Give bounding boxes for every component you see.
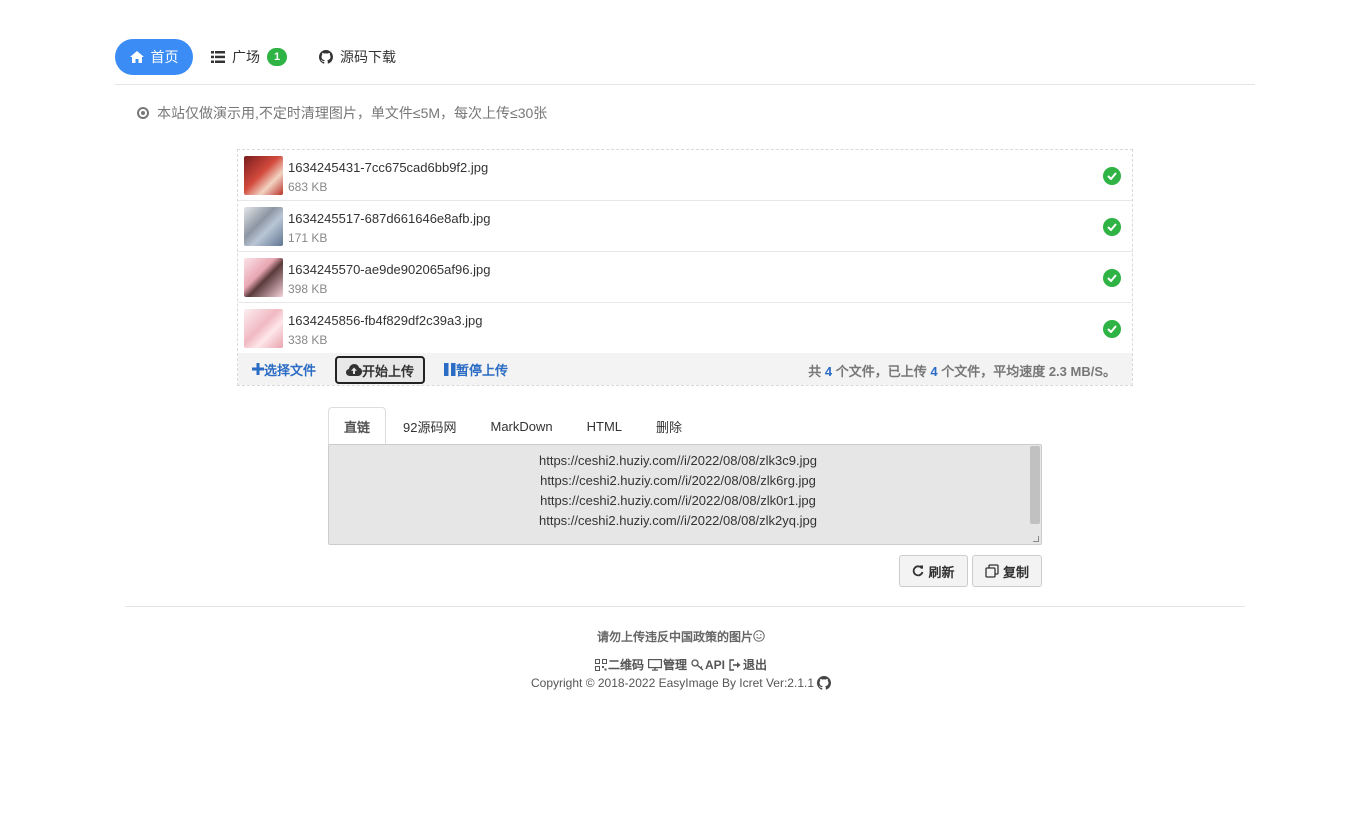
refresh-icon	[913, 565, 924, 577]
check-circle-icon	[1103, 218, 1121, 236]
nav-square-label: 广场	[232, 49, 260, 65]
tab-92yuanma[interactable]: 92源码网	[386, 407, 473, 445]
plus-icon	[252, 363, 264, 375]
refresh-label: 刷新	[928, 564, 955, 580]
copy-button[interactable]: 复制	[972, 555, 1042, 587]
nav-home[interactable]: 首页	[115, 39, 193, 75]
link-line: https://ceshi2.huziy.com//i/2022/08/08/z…	[539, 453, 817, 468]
link-line: https://ceshi2.huziy.com//i/2022/08/08/z…	[540, 473, 816, 488]
tab-direct-link[interactable]: 直链	[328, 407, 387, 445]
qrcode-icon	[594, 658, 607, 671]
github-icon[interactable]	[817, 676, 831, 690]
api-link[interactable]: API	[691, 656, 725, 673]
dot-circle-icon	[137, 107, 149, 119]
select-files-label: 选择文件	[264, 362, 317, 378]
copyright-text: Copyright © 2018-2022 EasyImage By Icret…	[531, 676, 814, 690]
stats-suffix: 个文件，平均速度 2.3 MB/S。	[941, 364, 1116, 379]
pause-icon	[444, 362, 456, 376]
smile-icon	[753, 630, 765, 642]
pause-upload-label: 暂停上传	[456, 362, 509, 378]
key-icon	[691, 658, 704, 670]
copy-label: 复制	[1002, 564, 1029, 580]
resize-handle[interactable]	[1033, 536, 1039, 542]
notice: 本站仅做演示用,不定时清理图片，单文件≤5M，每次上传≤30张	[137, 103, 547, 123]
copy-icon	[985, 564, 999, 578]
link-format-tabs: 直链 92源码网 MarkDown HTML 删除	[328, 407, 699, 445]
uploader: 1634245431-7cc675cad6bb9f2.jpg 683 KB 16…	[237, 149, 1133, 386]
copyright: Copyright © 2018-2022 EasyImage By Icret…	[0, 676, 1362, 690]
file-row: 1634245431-7cc675cad6bb9f2.jpg 683 KB	[238, 150, 1132, 201]
top-nav: 首页 广场 1 源码下载	[115, 39, 1255, 85]
file-thumbnail	[244, 258, 283, 297]
stats-prefix: 共	[808, 364, 822, 379]
nav-home-label: 首页	[150, 49, 179, 65]
file-name: 1634245856-fb4f829df2c39a3.jpg	[288, 313, 483, 328]
link-line: https://ceshi2.huziy.com//i/2022/08/08/z…	[539, 513, 817, 528]
logout-icon	[729, 658, 741, 671]
qrcode-label: 二维码	[607, 658, 644, 672]
nav-square-badge: 1	[267, 48, 287, 66]
file-thumbnail	[244, 309, 283, 348]
tab-html[interactable]: HTML	[570, 407, 639, 445]
file-thumbnail	[244, 156, 283, 195]
nav-square[interactable]: 广场 1	[211, 39, 287, 75]
footer-warning-text: 请勿上传违反中国政策的图片	[596, 630, 753, 644]
tab-92yuanma-label: 92源码网	[403, 419, 457, 435]
file-row: 1634245856-fb4f829df2c39a3.jpg 338 KB	[238, 303, 1132, 354]
file-row: 1634245570-ae9de902065af96.jpg 398 KB	[238, 252, 1132, 303]
file-name: 1634245570-ae9de902065af96.jpg	[288, 262, 491, 277]
start-upload-label: 开始上传	[361, 363, 414, 379]
home-icon	[129, 51, 144, 63]
nav-source-label: 源码下载	[340, 49, 396, 65]
logout-label: 退出	[743, 658, 768, 672]
link-line: https://ceshi2.huziy.com//i/2022/08/08/z…	[540, 493, 816, 508]
nav-source-download[interactable]: 源码下载	[319, 39, 396, 75]
github-icon	[319, 50, 333, 64]
check-circle-icon	[1103, 320, 1121, 338]
refresh-button[interactable]: 刷新	[899, 555, 968, 587]
select-files-button[interactable]: 选择文件	[252, 357, 316, 381]
file-name: 1634245517-687d661646e8afb.jpg	[288, 211, 491, 226]
tab-delete[interactable]: 删除	[639, 407, 699, 445]
upload-stats: 共 4 个文件，已上传 4 个文件，平均速度 2.3 MB/S。	[808, 361, 1116, 380]
notice-text: 本站仅做演示用,不定时清理图片，单文件≤5M，每次上传≤30张	[157, 105, 548, 121]
divider	[125, 606, 1245, 607]
qrcode-link[interactable]: 二维码	[594, 656, 644, 673]
links-textarea[interactable]: https://ceshi2.huziy.com//i/2022/08/08/z…	[328, 444, 1042, 545]
file-size: 683 KB	[288, 180, 328, 194]
file-size: 171 KB	[288, 231, 328, 245]
footer-links: 二维码 管理 API 退出	[0, 656, 1362, 673]
file-row: 1634245517-687d661646e8afb.jpg 171 KB	[238, 201, 1132, 252]
api-label: API	[705, 657, 726, 672]
tab-markdown[interactable]: MarkDown	[473, 407, 569, 445]
file-name: 1634245431-7cc675cad6bb9f2.jpg	[288, 160, 489, 175]
stats-mid: 个文件，已上传	[835, 364, 927, 379]
file-size: 398 KB	[288, 282, 328, 296]
file-thumbnail	[244, 207, 283, 246]
pause-upload-button[interactable]: 暂停上传	[444, 357, 508, 381]
scrollbar[interactable]	[1030, 446, 1040, 524]
list-icon	[211, 51, 225, 63]
check-circle-icon	[1103, 269, 1121, 287]
footer-warning: 请勿上传违反中国政策的图片	[0, 628, 1362, 645]
admin-link[interactable]: 管理	[647, 656, 687, 673]
stats-uploaded: 4	[930, 364, 938, 379]
logout-link[interactable]: 退出	[729, 656, 767, 673]
check-circle-icon	[1103, 167, 1121, 185]
upload-toolbar: 选择文件 开始上传 暂停上传 共 4 个文件，已上传 4 个文件，平均速度 2.…	[238, 353, 1132, 385]
start-upload-button[interactable]: 开始上传	[335, 356, 425, 384]
monitor-icon	[647, 658, 662, 671]
cloud-upload-icon	[345, 364, 362, 376]
file-size: 338 KB	[288, 333, 328, 347]
stats-total: 4	[824, 364, 833, 379]
admin-label: 管理	[662, 658, 687, 672]
